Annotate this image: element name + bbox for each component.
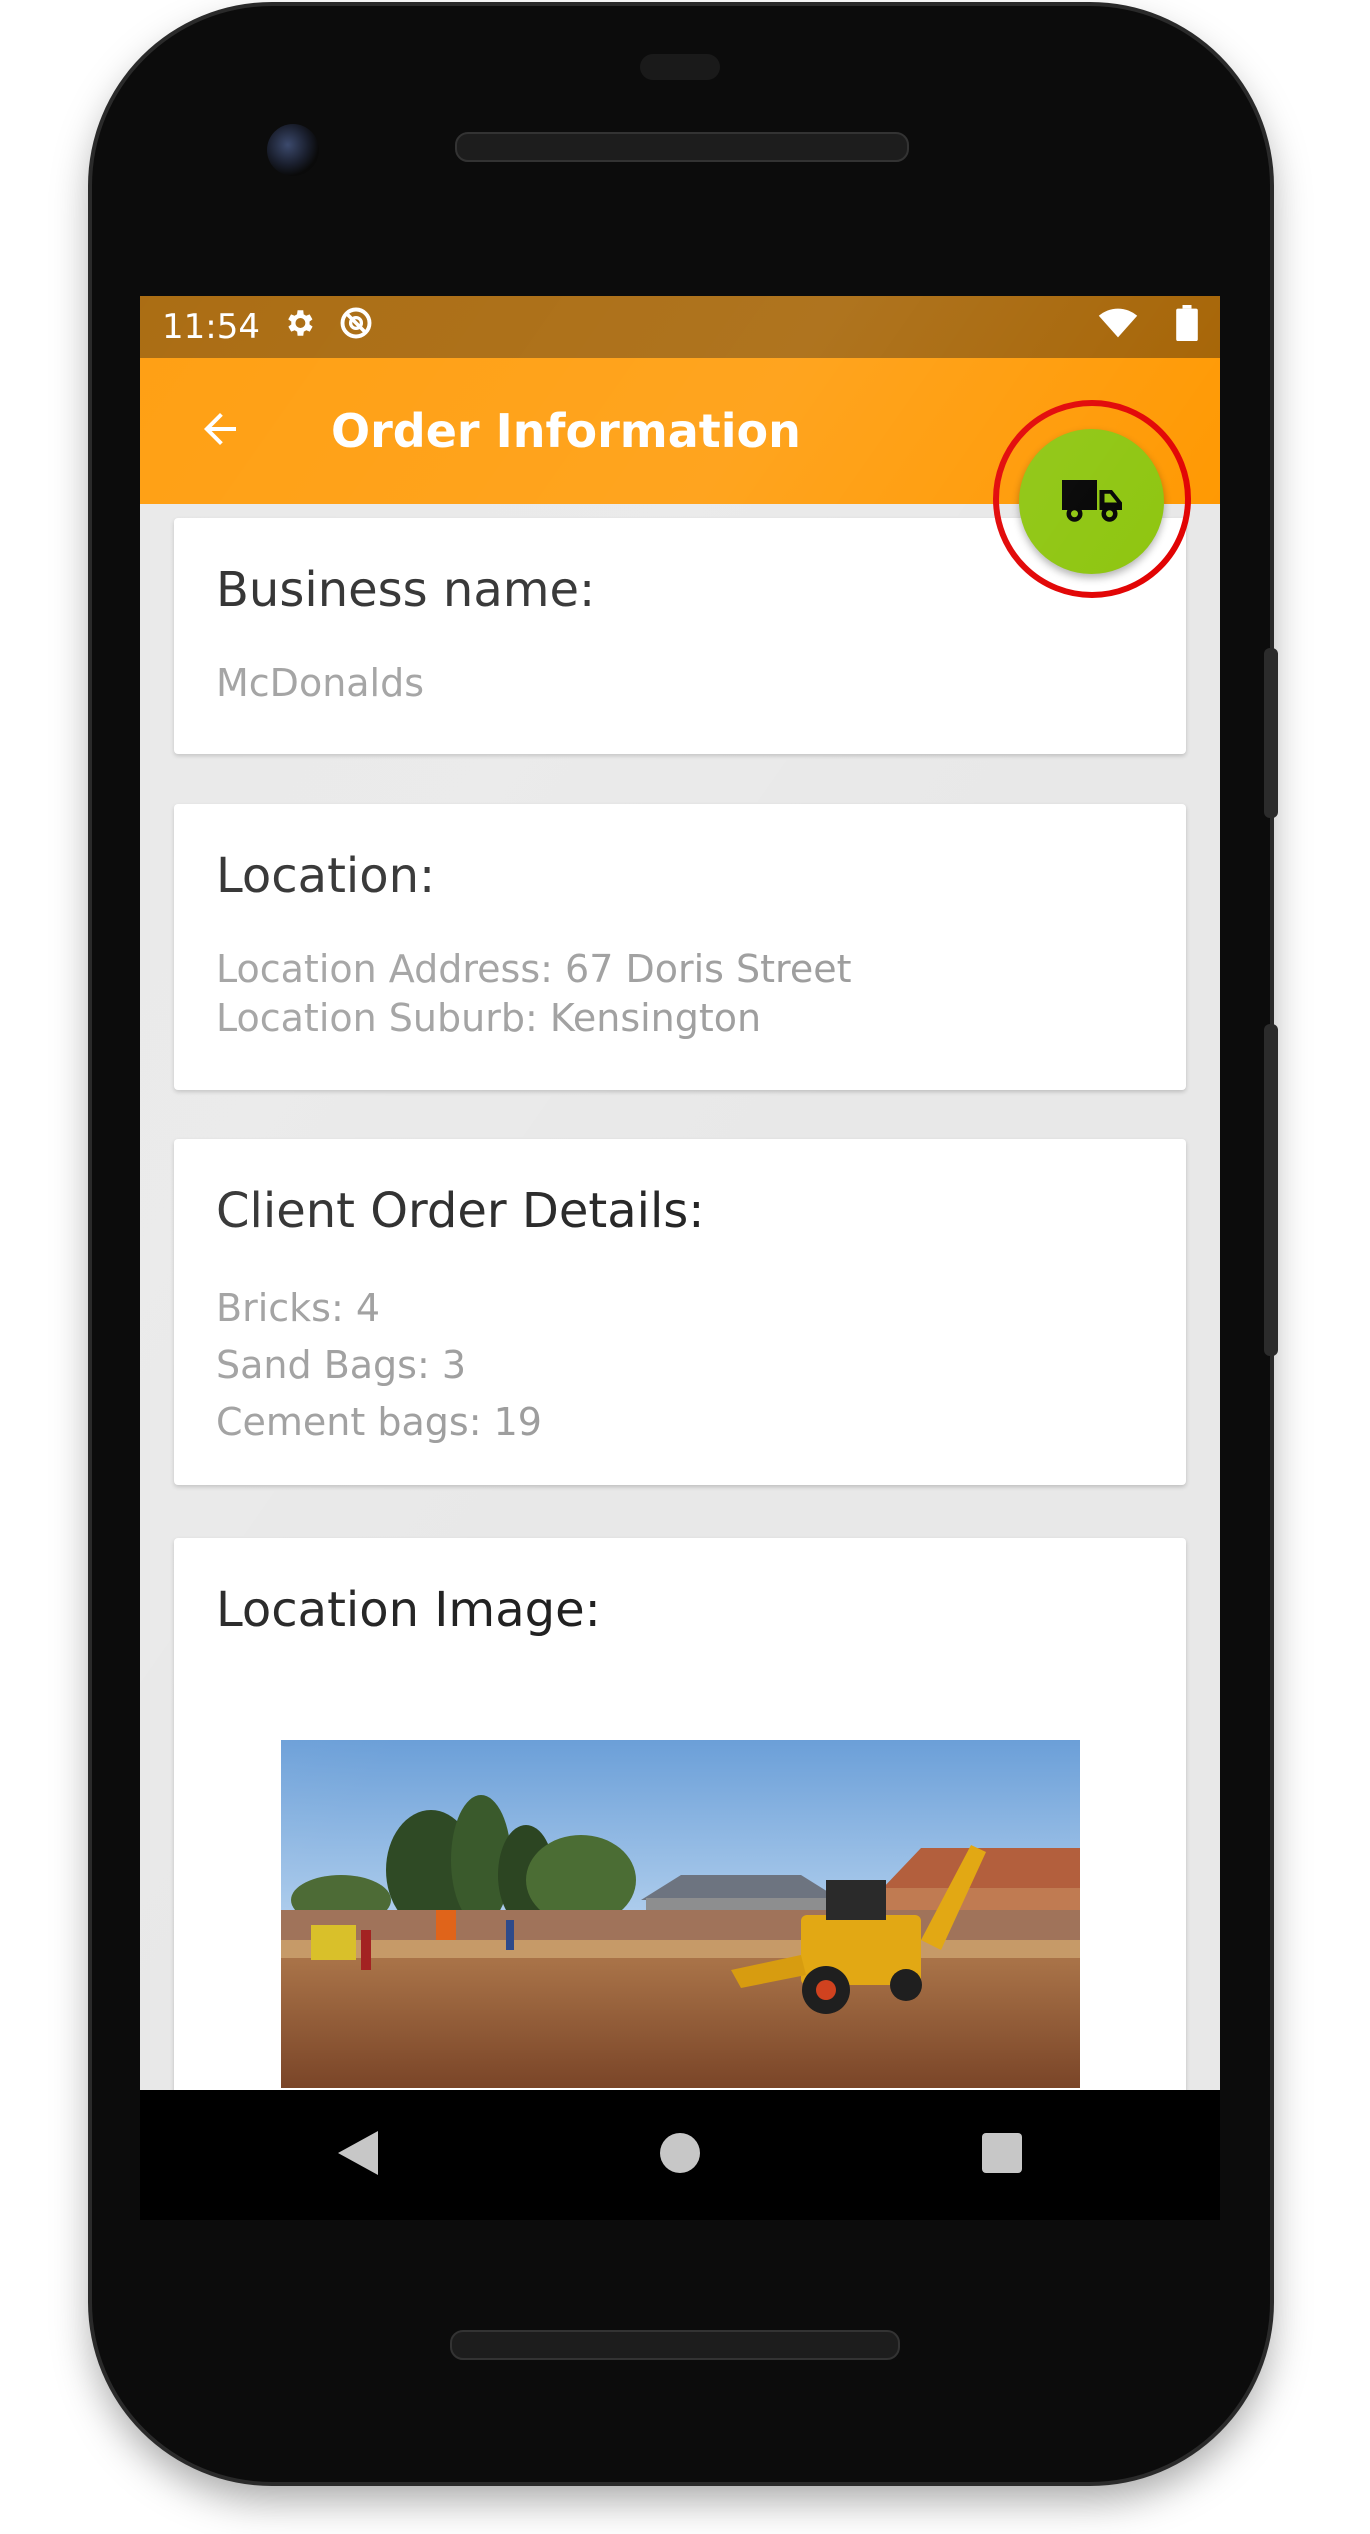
location-image-card: Location Image:	[174, 1538, 1186, 2090]
gear-icon	[282, 306, 316, 349]
location-card: Location: Location Address: 67 Doris Str…	[174, 804, 1186, 1090]
recents-square-icon[interactable]	[982, 2133, 1022, 2177]
arrow-back-icon	[196, 405, 244, 457]
order-heading: Client Order Details:	[216, 1183, 705, 1239]
back-triangle-icon[interactable]	[338, 2131, 378, 2179]
location-image-heading: Location Image:	[216, 1582, 601, 1638]
bottom-speaker	[450, 2330, 900, 2360]
earpiece-speaker	[455, 132, 909, 162]
location-suburb: Location Suburb: Kensington	[216, 996, 762, 1041]
order-details-card: Client Order Details: Bricks: 4 Sand Bag…	[174, 1139, 1186, 1485]
power-button	[1264, 648, 1278, 818]
status-bar: 11:54	[140, 296, 1220, 358]
location-image	[281, 1740, 1080, 2088]
business-heading: Business name:	[216, 562, 596, 618]
wifi-icon	[1098, 307, 1138, 348]
home-circle-icon[interactable]	[660, 2133, 700, 2177]
delivery-fab-button[interactable]	[1019, 429, 1164, 574]
order-item-sand-bags: Sand Bags: 3	[216, 1342, 467, 1387]
front-camera	[267, 124, 319, 176]
screen: 11:54 Order Information Business name: M…	[140, 296, 1220, 2090]
battery-icon	[1176, 304, 1198, 350]
do-not-disturb-icon	[338, 305, 374, 350]
page-title: Order Information	[331, 404, 801, 458]
back-button[interactable]	[184, 395, 256, 467]
order-item-bricks: Bricks: 4	[216, 1285, 381, 1330]
system-nav-bar	[140, 2090, 1220, 2220]
business-value: McDonalds	[216, 660, 425, 705]
proximity-sensor	[640, 54, 720, 80]
status-time: 11:54	[162, 307, 260, 347]
order-item-cement-bags: Cement bags: 19	[216, 1399, 542, 1444]
location-address: Location Address: 67 Doris Street	[216, 946, 852, 991]
location-heading: Location:	[216, 848, 436, 904]
truck-icon	[1059, 475, 1125, 529]
volume-button	[1264, 1024, 1278, 1356]
